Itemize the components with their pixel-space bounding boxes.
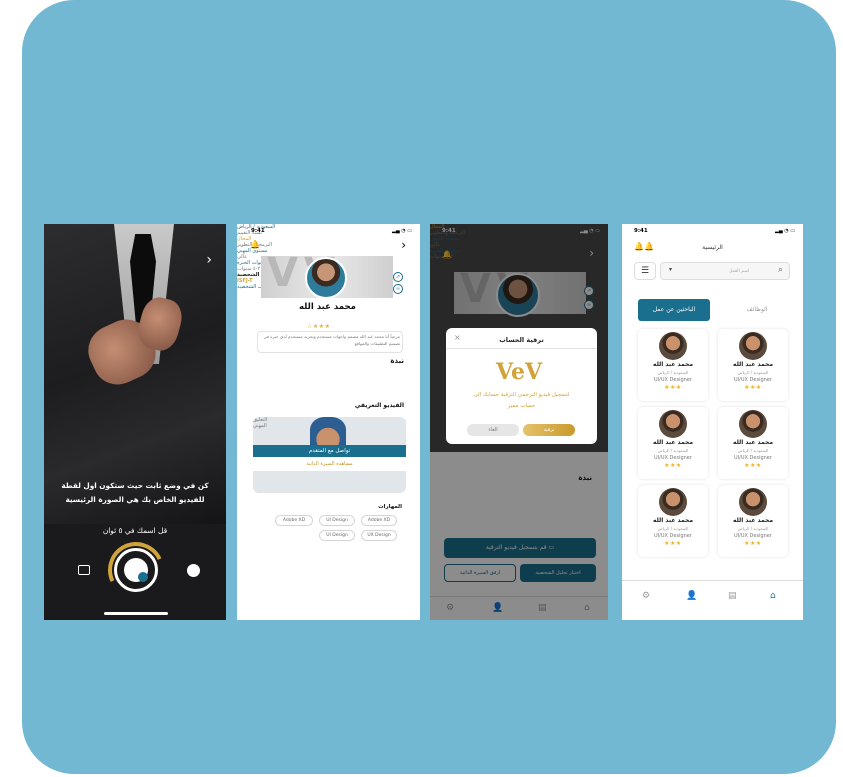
gallery-icon[interactable] bbox=[78, 565, 90, 575]
candidate-name: محمد عبد الله bbox=[652, 517, 694, 524]
candidate-card[interactable]: محمد عبد الله السعودية / الرياض UI/UX De… bbox=[718, 407, 788, 479]
skill-chip: Adobe XD bbox=[275, 515, 313, 526]
candidate-name: محمد عبد الله bbox=[652, 361, 694, 368]
rating-stars: ★★★ bbox=[664, 462, 682, 469]
user-icon[interactable]: 👤 bbox=[686, 591, 697, 601]
modal-divider bbox=[446, 348, 597, 349]
settings-icon[interactable]: ⚙ bbox=[642, 591, 652, 601]
bell-icon[interactable]: 🔔 bbox=[250, 240, 260, 249]
rating-stars: ★★★ bbox=[664, 540, 682, 547]
status-time: 9:41 bbox=[634, 228, 648, 234]
candidate-location: السعودية / الرياض bbox=[657, 448, 689, 453]
status-icons: ▂▄ ◔ ▭ bbox=[775, 228, 795, 234]
dropdown-caret-icon[interactable]: ▾ bbox=[669, 266, 672, 273]
home-indicator bbox=[104, 612, 168, 615]
tab-jobs[interactable]: الوظائف bbox=[722, 299, 792, 321]
recording-timer-label: قل اسمك في ٥ ثوان bbox=[102, 526, 168, 535]
candidate-name: محمد عبد الله bbox=[732, 439, 774, 446]
candidate-name: محمد عبد الله bbox=[652, 439, 694, 446]
cancel-button[interactable]: الغاء bbox=[467, 424, 519, 436]
modal-title: ترقية الحساب bbox=[499, 336, 544, 344]
link-icon[interactable]: ∞ bbox=[393, 284, 403, 294]
candidate-role: UI/UX Designer bbox=[654, 377, 692, 383]
recording-instructions: كن في وضع ثابت حيث ستكون اول لقطة للفيدي… bbox=[61, 481, 209, 504]
rating-stars: ★★★ bbox=[744, 540, 762, 547]
screen-home: 9:41 ▂▄ ◔ ▭ 🔔🔔 الرئيسية ☰ ▾ اسم العمل ⌕ … bbox=[622, 224, 803, 620]
candidate-name: محمد عبد الله bbox=[732, 517, 774, 524]
profile-name: محمد عبد الله bbox=[299, 302, 356, 312]
upgrade-button[interactable]: ترقية bbox=[523, 424, 575, 436]
avatar bbox=[659, 410, 687, 438]
rating-stars: ★★★ bbox=[744, 462, 762, 469]
brand-logo: VeV bbox=[496, 359, 543, 385]
screen-video-record: › كن في وضع ثابت حيث ستكون اول لقطة للفي… bbox=[44, 224, 226, 620]
avatar bbox=[739, 488, 767, 516]
modal-message: لتسجيل فيديو الترجمي الترقية حسابك الى bbox=[473, 392, 570, 398]
screen-profile: 9:41 ▂▄ ◔ ▭ 🔔 › V V ↗ ∞ محمد عبد الله ال… bbox=[237, 224, 420, 620]
rating-stars: ★★★ bbox=[744, 384, 762, 391]
candidate-location: السعودية / الرياض bbox=[657, 370, 689, 375]
skills-heading: المهارات bbox=[378, 504, 402, 510]
candidate-location: السعودية / الرياض bbox=[737, 526, 769, 531]
candidate-card[interactable]: محمد عبد الله السعودية / الرياض UI/UX De… bbox=[638, 329, 708, 401]
skill-chip: UX Design bbox=[361, 530, 397, 541]
video-heading: الفيديو التعريفي bbox=[354, 402, 404, 409]
candidate-role: UI/UX Designer bbox=[734, 455, 772, 461]
candidate-role: UI/UX Designer bbox=[734, 377, 772, 383]
candidate-card[interactable]: محمد عبد الله السعودية / الرياض UI/UX De… bbox=[638, 407, 708, 479]
search-icon[interactable]: ⌕ bbox=[778, 265, 783, 275]
avatar bbox=[739, 332, 767, 360]
status-time: 9:41 bbox=[251, 228, 265, 234]
search-placeholder: اسم العمل bbox=[729, 269, 750, 274]
close-icon[interactable]: × bbox=[454, 333, 461, 342]
skill-chip: UI Design bbox=[319, 515, 355, 526]
chat-icon[interactable]: ▤ bbox=[728, 591, 738, 601]
rating-stars: ☆★★★ bbox=[307, 323, 331, 330]
tab-job-seekers[interactable]: الباحثين عن عمل bbox=[638, 299, 710, 321]
candidate-role: UI/UX Designer bbox=[654, 455, 692, 461]
avatar bbox=[739, 410, 767, 438]
share-icon[interactable]: ↗ bbox=[393, 272, 403, 282]
avatar bbox=[659, 488, 687, 516]
record-button[interactable] bbox=[114, 548, 158, 592]
avatar[interactable] bbox=[305, 257, 347, 299]
modal-sub-message: حساب مميز bbox=[507, 403, 536, 409]
candidate-name: محمد عبد الله bbox=[732, 361, 774, 368]
avatar bbox=[659, 332, 687, 360]
screen-upgrade-account: 9:41 ▂▄ ◔ ▭ 🔔 › V V ↗ ∞ نبذة المجال البر… bbox=[430, 224, 608, 620]
skill-chip: Adobe XD bbox=[361, 515, 397, 526]
candidate-card[interactable]: محمد عبد الله السعودية / الرياض UI/UX De… bbox=[638, 485, 708, 557]
about-heading: نبذة bbox=[390, 357, 404, 365]
chevron-right-icon[interactable]: › bbox=[206, 252, 212, 268]
view-cv-button[interactable]: مشاهدة السيرة الذاتية bbox=[253, 457, 406, 471]
bottom-tab-bar: ⚙ 👤 ▤ ⌂ bbox=[622, 580, 803, 620]
bio-text: مرحباً أنا محمد عبد الله مصمم واجهات مست… bbox=[257, 331, 403, 353]
candidate-location: السعودية / الرياض bbox=[737, 370, 769, 375]
candidate-card[interactable]: محمد عبد الله السعودية / الرياض UI/UX De… bbox=[718, 485, 788, 557]
candidate-role: UI/UX Designer bbox=[734, 533, 772, 539]
intro-video-card[interactable]: تواصل مع المتقدم مشاهدة السيرة الذاتية ا… bbox=[253, 417, 406, 493]
home-icon[interactable]: ⌂ bbox=[770, 591, 780, 601]
chevron-right-icon[interactable]: › bbox=[401, 238, 406, 252]
status-icons: ▂▄ ◔ ▭ bbox=[392, 228, 412, 234]
candidate-location: السعودية / الرياض bbox=[657, 526, 689, 531]
upgrade-modal: ترقية الحساب × VeV لتسجيل فيديو الترجمي … bbox=[446, 328, 597, 444]
candidate-card[interactable]: محمد عبد الله السعودية / الرياض UI/UX De… bbox=[718, 329, 788, 401]
filter-icon[interactable]: ☰ bbox=[634, 262, 656, 280]
rating-stars: ★★★ bbox=[664, 384, 682, 391]
page-title: الرئيسية bbox=[702, 244, 723, 251]
switch-camera-button[interactable] bbox=[187, 564, 200, 577]
candidate-location: السعودية / الرياض bbox=[737, 448, 769, 453]
contact-applicant-button[interactable]: تواصل مع المتقدم bbox=[253, 445, 406, 457]
search-input[interactable]: ▾ اسم العمل ⌕ bbox=[660, 262, 790, 280]
skill-chip: UI Design bbox=[319, 530, 355, 541]
candidate-role: UI/UX Designer bbox=[654, 533, 692, 539]
